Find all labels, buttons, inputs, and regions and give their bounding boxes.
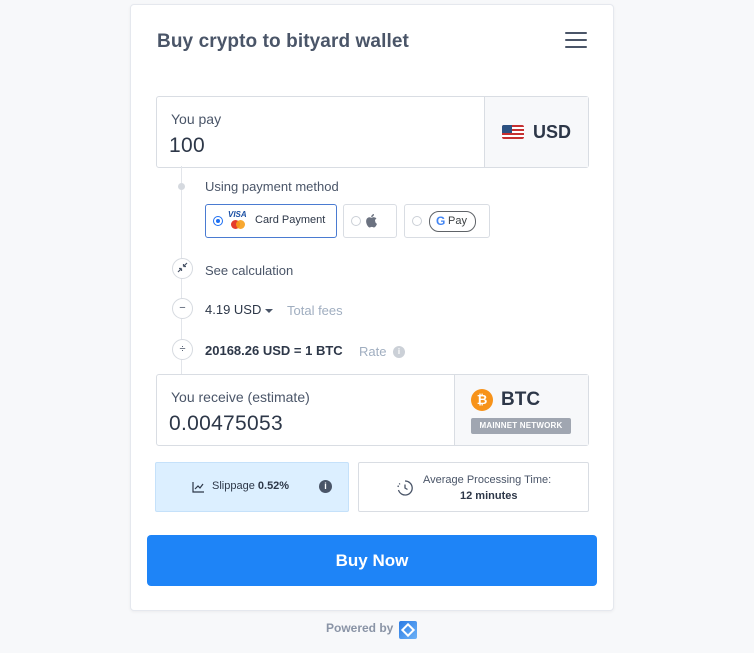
- powered-by-text: Powered by: [326, 621, 394, 635]
- slippage-value: 0.52%: [257, 480, 290, 492]
- timeline-dot: [178, 183, 185, 190]
- payment-option-card[interactable]: VISA Card Payment: [205, 204, 337, 238]
- receive-currency-code: BTC: [501, 389, 541, 410]
- chart-trend-icon: [192, 482, 204, 493]
- chevron-down-icon: [265, 308, 274, 313]
- visa-mastercard-icon: VISA: [226, 210, 250, 230]
- slippage-text: Slippage 0.52%: [212, 480, 289, 492]
- google-pay-label: Pay: [448, 215, 467, 227]
- rate-value: 20168.26 USD = 1 BTC: [205, 343, 343, 358]
- receive-label: You receive (estimate): [171, 389, 310, 405]
- receive-amount: 0.00475053: [169, 412, 283, 435]
- collapse-arrows-icon[interactable]: [172, 258, 193, 279]
- divide-icon: ÷: [172, 339, 193, 360]
- payment-option-google-pay[interactable]: G Pay: [404, 204, 490, 238]
- processing-time-value: 12 minutes: [460, 490, 518, 502]
- widget-card: Buy crypto to bityard wallet You pay USD…: [130, 4, 614, 611]
- pay-currency-code: USD: [533, 122, 572, 142]
- radio-icon: [412, 216, 422, 226]
- pay-currency-selector[interactable]: USD: [484, 97, 588, 167]
- provider-logo-icon[interactable]: [399, 621, 417, 639]
- slippage-label: Slippage: [212, 480, 255, 492]
- us-flag-icon: [502, 125, 524, 139]
- fees-value: 4.19 USD: [205, 302, 262, 317]
- buy-now-button[interactable]: Buy Now: [147, 535, 597, 586]
- radio-selected-icon: [213, 216, 223, 226]
- apple-pay-icon: [366, 213, 378, 228]
- fees-label: Total fees: [287, 303, 343, 318]
- google-pay-icon: G Pay: [429, 211, 476, 232]
- card-payment-label: Card Payment: [255, 214, 326, 226]
- page-title: Buy crypto to bityard wallet: [157, 31, 409, 52]
- radio-icon: [351, 216, 361, 226]
- rate-info-icon[interactable]: i: [393, 346, 405, 358]
- rate-label: Rate: [359, 344, 387, 359]
- processing-time-label: Average Processing Time:: [423, 474, 552, 486]
- pay-amount-box: You pay USD: [156, 96, 589, 168]
- fees-dropdown[interactable]: 4.19 USD: [205, 302, 274, 317]
- minus-icon: −: [172, 298, 193, 319]
- see-calculation-link[interactable]: See calculation: [205, 263, 293, 278]
- processing-time-box: Average Processing Time: 12 minutes: [358, 462, 589, 512]
- receive-currency-selector[interactable]: ₿ BTC MAINNET NETWORK: [454, 375, 588, 445]
- clock-icon: [397, 480, 413, 496]
- payment-method-label: Using payment method: [205, 179, 339, 194]
- network-badge: MAINNET NETWORK: [471, 418, 571, 434]
- payment-option-apple-pay[interactable]: [343, 204, 397, 238]
- slippage-info-icon[interactable]: i: [319, 480, 332, 493]
- slippage-box[interactable]: Slippage 0.52% i: [155, 462, 349, 512]
- hamburger-menu-icon[interactable]: [565, 32, 587, 50]
- bitcoin-icon: ₿: [471, 389, 493, 411]
- receive-amount-box: You receive (estimate) 0.00475053 ₿ BTC …: [156, 374, 589, 446]
- pay-label: You pay: [171, 111, 222, 127]
- pay-amount-input[interactable]: [169, 134, 469, 158]
